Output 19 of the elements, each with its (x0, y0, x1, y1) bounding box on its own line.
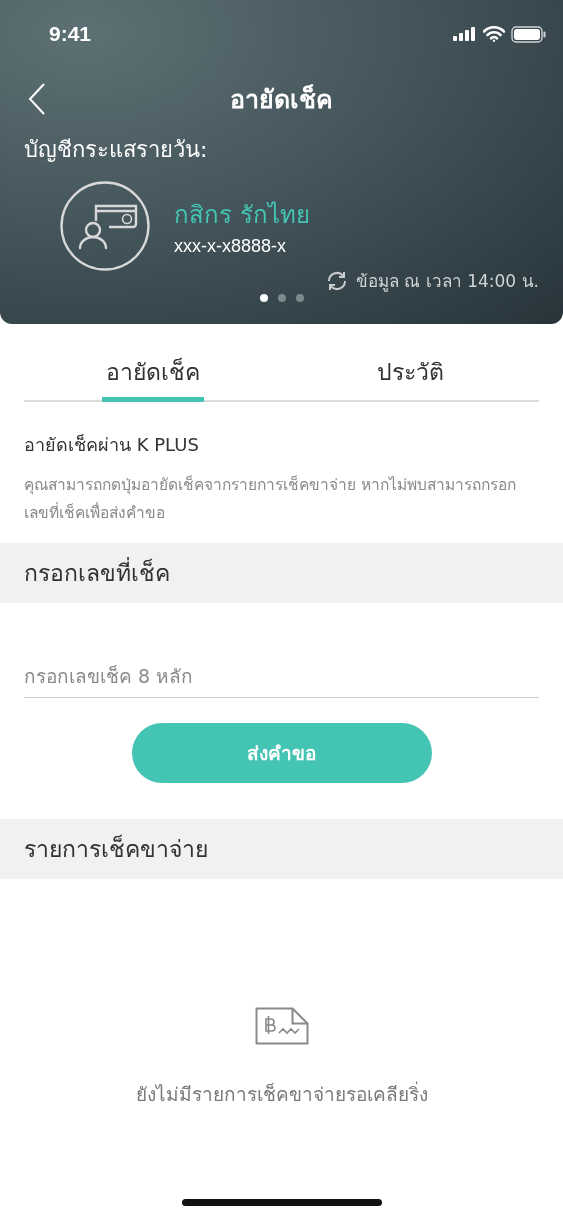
back-button[interactable] (28, 83, 46, 115)
account-number: xxx-x-x8888-x (174, 236, 288, 257)
cheque-icon (254, 1007, 309, 1045)
account-name: กสิกร รักไทย (174, 200, 310, 231)
signal-icon (453, 27, 477, 41)
section-header: รายการเช็คขาจ่าย (0, 819, 563, 879)
wifi-icon (483, 26, 505, 42)
empty-message: ยังไม่มีรายการเช็คขาจ่ายรอเคลียริ่ง (135, 1080, 428, 1107)
battery-icon (511, 25, 547, 43)
intro-description: คุณสามารถกดปุ่มอายัดเช็คจากรายการเช็คขาจ่าย หากไม่พบสามารถกรอกเลขที่เช็คเพื่อส่งคำขอ (24, 474, 517, 524)
page-title: อายัดเช็ค (230, 83, 333, 116)
tab[interactable]: ประวัติ (281, 346, 539, 400)
refresh-icon[interactable] (326, 269, 348, 292)
status-time: 9:41 (49, 22, 92, 46)
account-card-icon (60, 181, 150, 271)
account-label: บัญชีกระแสรายวัน: (24, 136, 209, 164)
intro-title: อายัดเช็คผ่าน K PLUS (24, 433, 200, 457)
section-header: กรอกเลขที่เช็ค (0, 543, 563, 603)
update-time: ข้อมูล ณ เวลา 14:00 น. (356, 270, 539, 294)
